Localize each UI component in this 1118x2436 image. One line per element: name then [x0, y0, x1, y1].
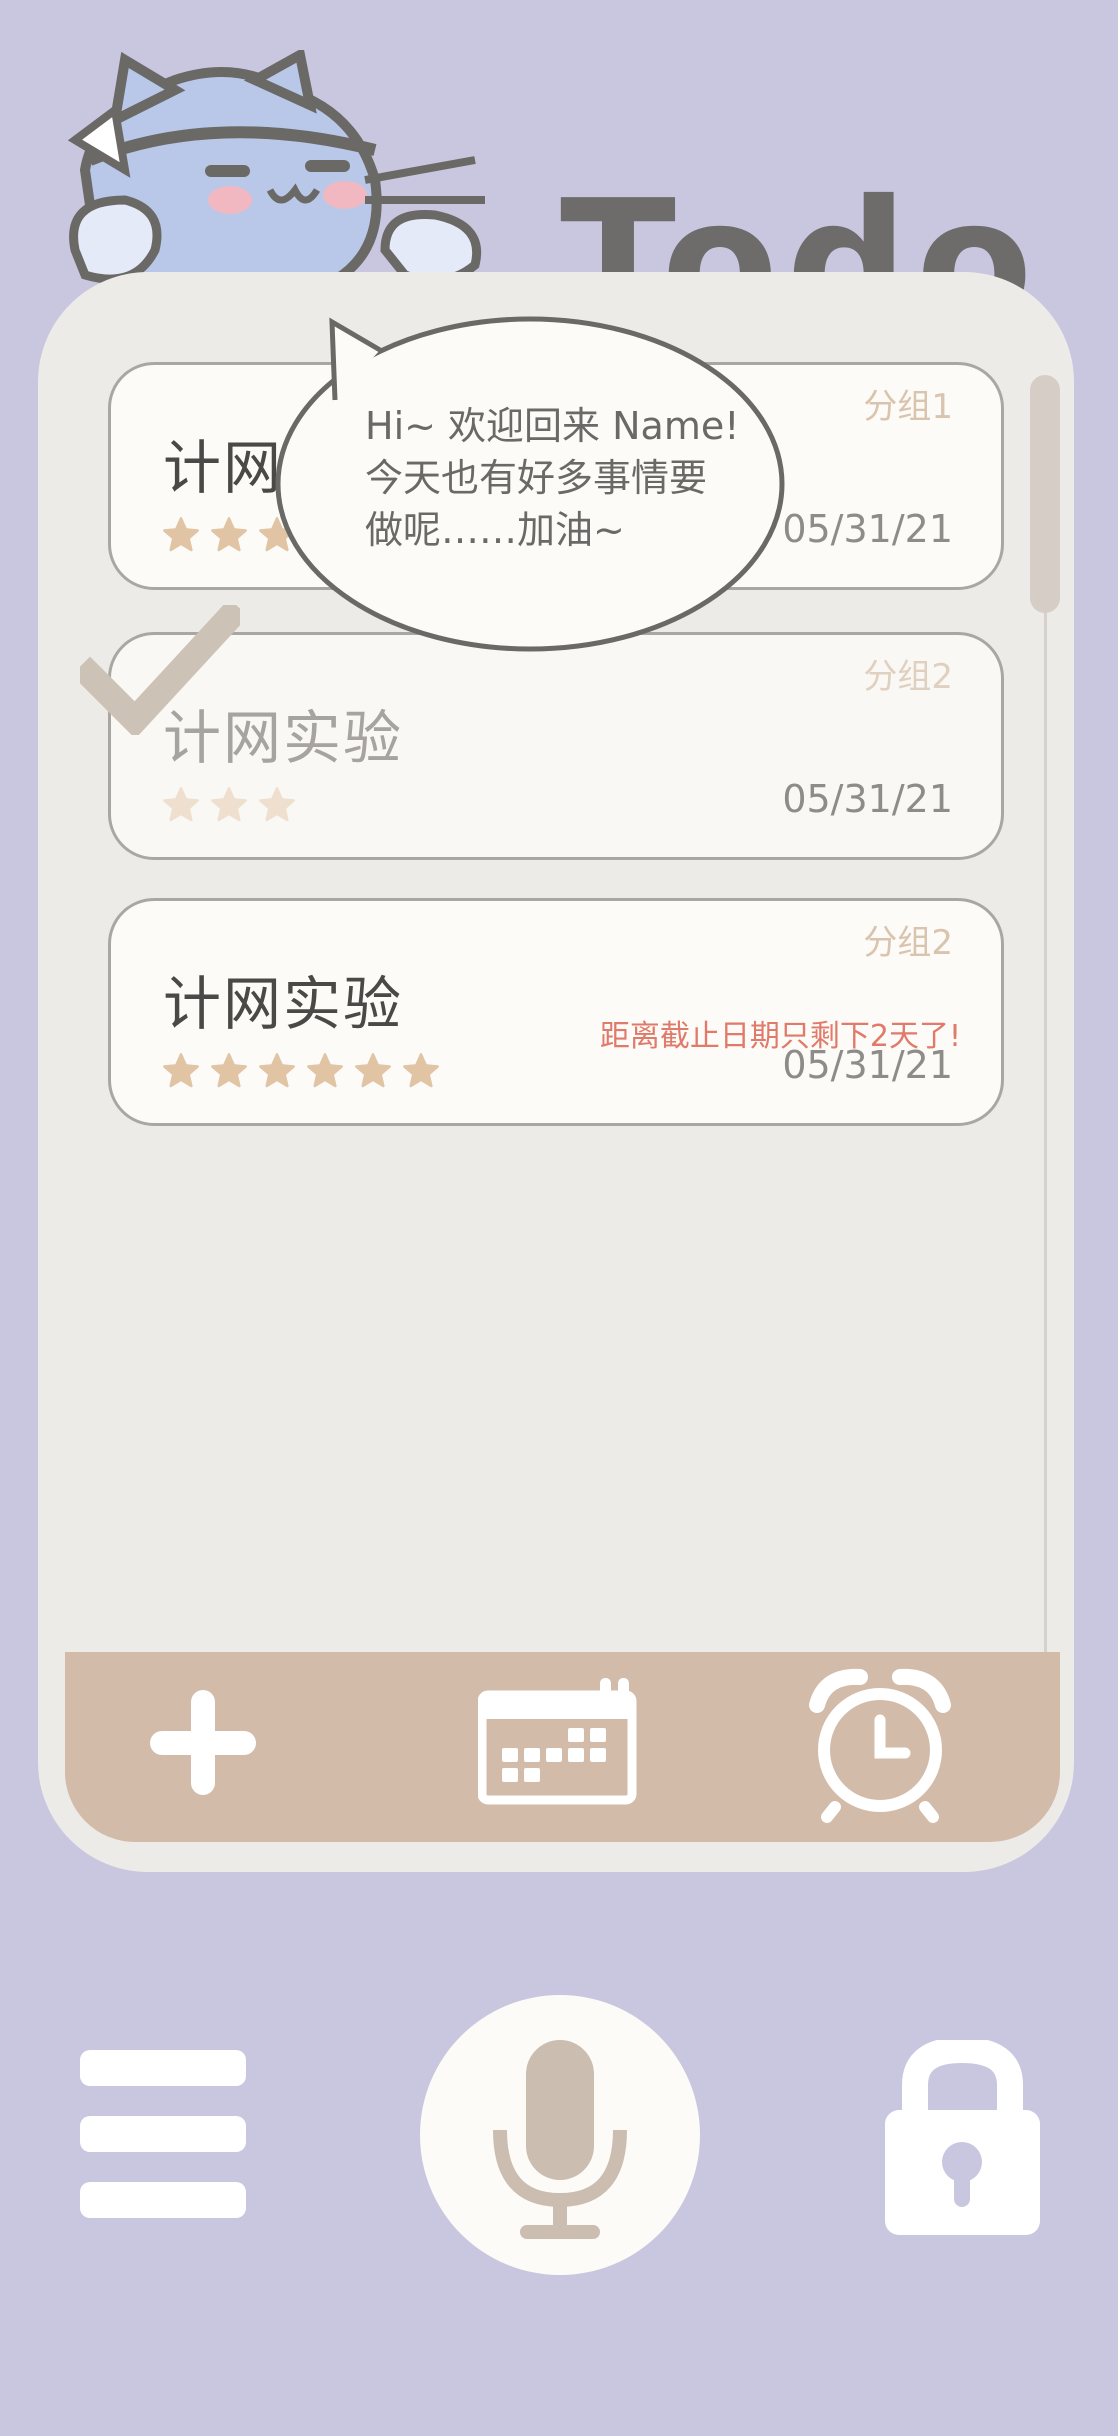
scrollbar-thumb[interactable] — [1030, 375, 1060, 613]
menu-button[interactable] — [80, 2050, 246, 2220]
task-date: 05/31/21 — [782, 507, 953, 551]
alarm-clock-icon — [809, 1668, 951, 1823]
star-icon — [305, 1051, 345, 1091]
task-group: 分组2 — [863, 657, 953, 697]
star-icon — [209, 515, 249, 555]
star-icon — [209, 785, 249, 825]
add-task-button[interactable] — [128, 1665, 278, 1815]
task-group: 分组1 — [863, 387, 953, 427]
voice-input-button[interactable] — [420, 1995, 700, 2275]
welcome-line-1: Hi~ 欢迎回来 Name! — [365, 404, 740, 448]
welcome-line-3: 做呢……加油~ — [365, 508, 625, 552]
task-card-2[interactable]: 分组2 计网实验 05/31/21 — [108, 632, 1004, 860]
hamburger-menu-icon — [80, 2050, 246, 2218]
welcome-line-2: 今天也有好多事情要 — [365, 456, 708, 500]
task-date: 05/31/21 — [782, 777, 953, 821]
microphone-icon — [493, 2040, 627, 2239]
alarm-button[interactable] — [805, 1665, 955, 1825]
task-card-3[interactable]: 分组2 计网实验 距离截止日期只剩下2天了! 05/31/21 — [108, 898, 1004, 1126]
star-icon — [161, 1051, 201, 1091]
lock-icon — [885, 2036, 1040, 2235]
calendar-icon — [477, 1678, 637, 1805]
star-icon — [257, 1051, 297, 1091]
star-icon — [401, 1051, 441, 1091]
task-date: 05/31/21 — [782, 1043, 953, 1087]
plus-icon — [150, 1690, 256, 1795]
star-icon — [209, 1051, 249, 1091]
task-priority-stars — [161, 1051, 441, 1091]
app-logo: Todo — [55, 47, 1033, 348]
task-title: 计网实验 — [163, 970, 404, 1038]
task-group: 分组2 — [863, 923, 953, 963]
star-icon — [161, 785, 201, 825]
star-icon — [353, 1051, 393, 1091]
completed-check-icon — [80, 605, 240, 735]
welcome-message: Hi~ 欢迎回来 Name! 今天也有好多事情要 做呢……加油~ — [365, 400, 745, 556]
lock-button[interactable] — [880, 2036, 1045, 2240]
star-icon — [257, 785, 297, 825]
task-priority-stars — [161, 785, 297, 825]
calendar-button[interactable] — [477, 1670, 638, 1820]
star-icon — [161, 515, 201, 555]
